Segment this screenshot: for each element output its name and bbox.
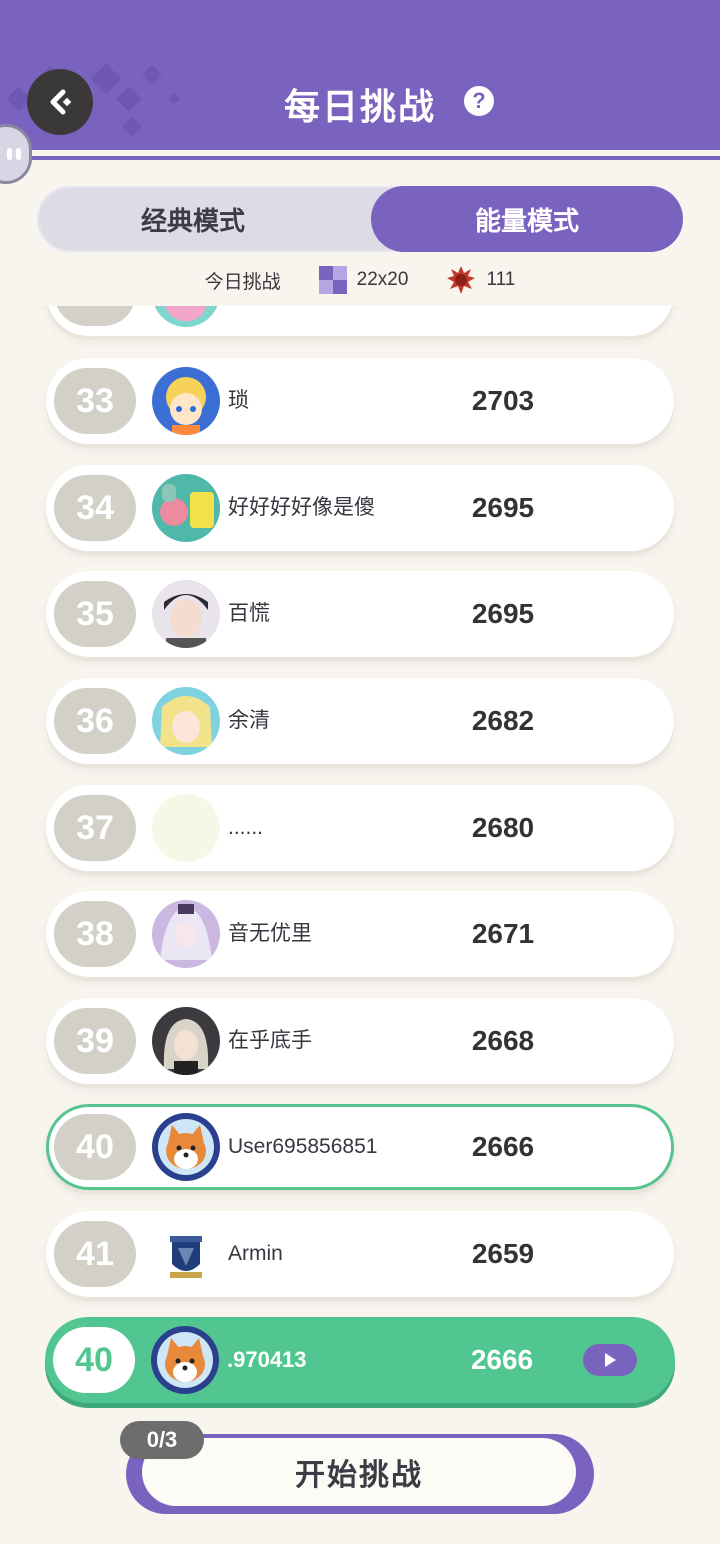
board-grid-icon [318, 266, 347, 294]
leaderboard-row-partial[interactable] [46, 306, 674, 336]
challenge-count: 111 [486, 269, 516, 290]
leaderboard-row[interactable]: 38 音无优里 2671 [46, 891, 674, 977]
avatar [152, 474, 220, 542]
leaderboard-row[interactable]: 37 ...... 2680 [46, 785, 674, 871]
rank-badge: 37 [54, 795, 136, 861]
rank-badge: 39 [54, 1008, 136, 1074]
rank-badge: 36 [54, 688, 136, 754]
board-size: 22x20 [356, 269, 409, 290]
leaderboard-row[interactable]: 34 好好好好像是傻 2695 [46, 465, 674, 551]
player-name: Armin [228, 1242, 283, 1265]
tab-classic-mode[interactable]: 经典模式 [37, 186, 349, 252]
page-title: 每日挑战 [283, 86, 436, 127]
player-name: 好好好好像是傻 [228, 496, 375, 519]
player-score: 2682 [471, 705, 535, 736]
today-label: 今日挑战 [204, 271, 281, 293]
avatar [152, 1220, 220, 1288]
daily-challenge-screen: 每日挑战 ? 经典模式 能量模式 今日挑战 22x20 111 33 琐 270… [0, 0, 720, 1544]
player-score: 2695 [471, 598, 535, 629]
player-name: 音无优里 [228, 922, 312, 945]
start-challenge-button[interactable]: 开始挑战 [142, 1438, 576, 1506]
player-name: 百慌 [228, 602, 270, 625]
leaderboard-row-current-user[interactable]: 40 User695856851 2666 [46, 1104, 674, 1190]
player-name: 琐 [228, 389, 249, 412]
rank-badge: 34 [54, 475, 136, 541]
avatar [152, 794, 220, 862]
leaderboard-row[interactable]: 36 余清 2682 [46, 678, 674, 764]
handle-dot-icon [16, 148, 21, 160]
leaderboard-row[interactable]: 33 琐 2703 [46, 358, 674, 444]
mode-toggle: 经典模式 能量模式 [37, 186, 683, 252]
avatar [152, 900, 220, 968]
my-score: 2666 [470, 1344, 534, 1375]
rank-badge: 41 [54, 1221, 136, 1287]
tab-energy-mode[interactable]: 能量模式 [371, 186, 683, 252]
rank-badge [54, 306, 136, 326]
help-icon[interactable]: ? [464, 86, 494, 116]
rank-badge: 40 [54, 1114, 136, 1180]
my-avatar [151, 1326, 219, 1394]
player-score: 2703 [471, 385, 535, 416]
player-score: 2668 [471, 1025, 535, 1056]
player-name: ...... [228, 816, 264, 839]
avatar [152, 306, 220, 327]
player-score: 2659 [471, 1238, 535, 1269]
player-score: 2695 [471, 492, 535, 523]
leaderboard-row[interactable]: 41 Armin 2659 [46, 1211, 674, 1297]
player-score: 2671 [471, 918, 535, 949]
leaderboard-list[interactable]: 33 琐 2703 34 好好好好像是傻 2695 35 百慌 2695 36 [0, 306, 720, 1316]
player-name: User695856851 [228, 1135, 378, 1158]
my-rank-row[interactable]: 40 .970413 2666 [45, 1317, 675, 1403]
avatar [152, 1113, 220, 1181]
my-name: .970413 [227, 1347, 307, 1372]
header-bar: 每日挑战 ? [0, 0, 720, 150]
play-icon [605, 1353, 616, 1367]
mine-icon [447, 266, 476, 294]
handle-dot-icon [7, 148, 12, 160]
avatar [152, 1007, 220, 1075]
leaderboard-row[interactable]: 39 在乎底手 2668 [46, 998, 674, 1084]
today-challenge-info: 今日挑战 22x20 111 [0, 262, 720, 298]
attempts-badge: 0/3 [120, 1421, 204, 1459]
rank-badge: 33 [54, 368, 136, 434]
player-name: 在乎底手 [228, 1029, 312, 1052]
rank-badge: 38 [54, 901, 136, 967]
avatar [152, 580, 220, 648]
avatar [152, 367, 220, 435]
player-name: 余清 [228, 709, 270, 732]
rank-badge: 35 [54, 581, 136, 647]
my-rank-badge: 40 [53, 1327, 135, 1393]
avatar [152, 687, 220, 755]
leaderboard-row[interactable]: 35 百慌 2695 [46, 571, 674, 657]
player-score: 2666 [471, 1131, 535, 1162]
header-divider [0, 150, 720, 160]
player-score: 2680 [471, 812, 535, 843]
replay-button[interactable] [583, 1344, 637, 1376]
